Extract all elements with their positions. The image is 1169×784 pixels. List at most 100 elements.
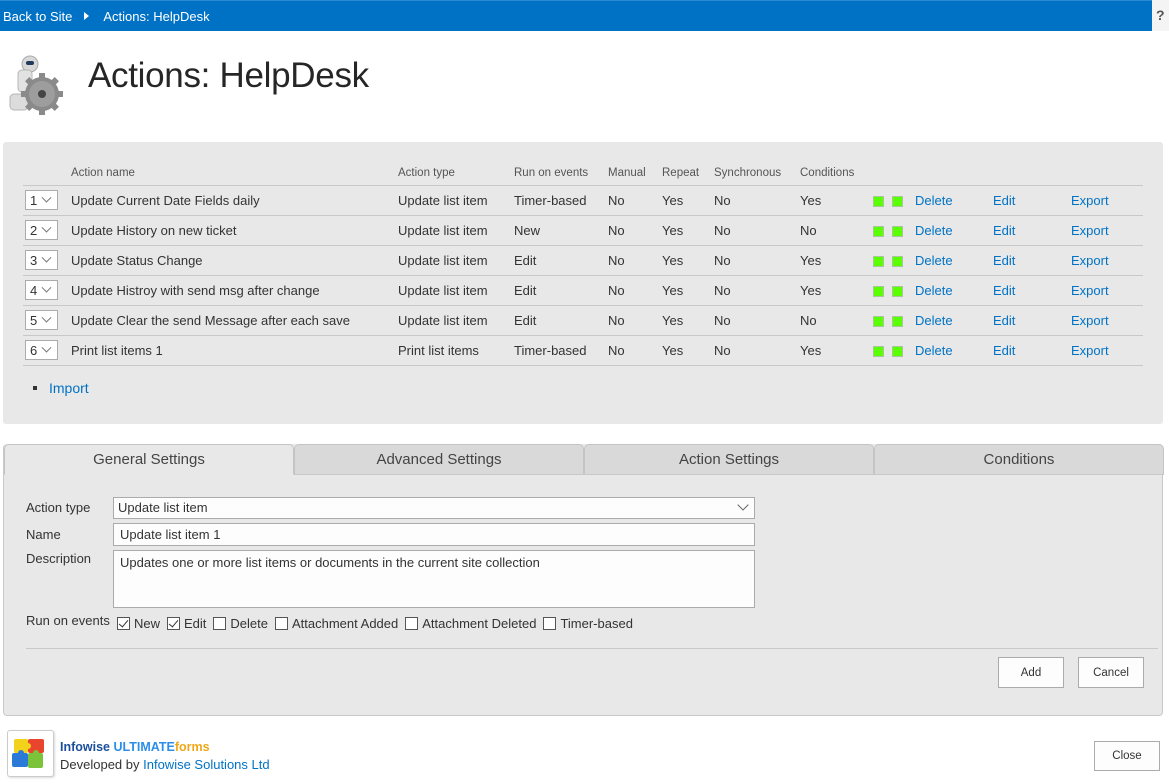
run-on-events: Timer-based xyxy=(514,185,608,216)
manual: No xyxy=(608,335,662,366)
actions-table: Action name Action type Run on events Ma… xyxy=(23,162,1143,366)
tab-advanced-settings[interactable]: Advanced Settings xyxy=(294,444,584,475)
order-cell: 6 xyxy=(23,335,71,366)
edit-link[interactable]: Edit xyxy=(993,313,1015,328)
order-value: 2 xyxy=(30,222,38,238)
brand-name: Infowise ULTIMATEforms xyxy=(60,740,210,754)
event-checkbox-item[interactable]: New xyxy=(117,616,160,631)
back-to-site-link[interactable]: Back to Site xyxy=(0,9,72,24)
synchronous: No xyxy=(714,215,800,246)
help-button[interactable]: ? xyxy=(1152,0,1169,31)
checkbox[interactable] xyxy=(405,617,419,630)
order-select[interactable]: 3 xyxy=(25,250,58,270)
cancel-button[interactable]: Cancel xyxy=(1078,657,1144,688)
run-on-events-label: Run on events xyxy=(26,613,110,628)
developer-link[interactable]: Infowise Solutions Ltd xyxy=(143,757,269,772)
event-checkbox-item[interactable]: Delete xyxy=(213,616,268,631)
synchronous: No xyxy=(714,245,800,276)
export-link[interactable]: Export xyxy=(1071,313,1109,328)
run-on-events: Edit xyxy=(514,305,608,336)
delete-link[interactable]: Delete xyxy=(915,313,953,328)
order-select[interactable]: 4 xyxy=(25,280,58,300)
export-cell: Export xyxy=(1071,335,1143,366)
edit-cell: Edit xyxy=(993,245,1071,276)
import-link[interactable]: Import xyxy=(49,380,89,396)
delete-link[interactable]: Delete xyxy=(915,223,953,238)
delete-cell: Delete xyxy=(915,275,993,306)
settings-tabs: General Settings Advanced Settings Actio… xyxy=(4,444,1164,475)
action-type-value: Update list item xyxy=(118,500,208,515)
export-cell: Export xyxy=(1071,185,1143,216)
edit-link[interactable]: Edit xyxy=(993,193,1015,208)
active-status-icon xyxy=(892,315,903,327)
checkbox[interactable] xyxy=(117,617,130,630)
order-select[interactable]: 1 xyxy=(25,190,58,210)
header-action-name: Action name xyxy=(71,162,398,186)
repeat: Yes xyxy=(662,305,714,336)
export-link[interactable]: Export xyxy=(1071,193,1109,208)
action-type-select[interactable]: Update list item xyxy=(113,497,755,519)
delete-cell: Delete xyxy=(915,335,993,366)
delete-link[interactable]: Delete xyxy=(915,283,953,298)
status-cell xyxy=(873,185,915,216)
export-link[interactable]: Export xyxy=(1071,343,1109,358)
name-input[interactable]: Update list item 1 xyxy=(113,523,755,546)
run-on-events: Edit xyxy=(514,275,608,306)
order-select[interactable]: 2 xyxy=(25,220,58,240)
event-checkbox-item[interactable]: Attachment Deleted xyxy=(405,616,536,631)
edit-link[interactable]: Edit xyxy=(993,223,1015,238)
brand-part-infowise: Infowise xyxy=(60,740,114,754)
add-button[interactable]: Add xyxy=(998,657,1064,688)
delete-link[interactable]: Delete xyxy=(915,253,953,268)
export-cell: Export xyxy=(1071,305,1143,336)
export-link[interactable]: Export xyxy=(1071,283,1109,298)
delete-cell: Delete xyxy=(915,215,993,246)
description-textarea[interactable]: Updates one or more list items or docume… xyxy=(113,550,755,608)
event-label: Delete xyxy=(230,616,268,631)
manual: No xyxy=(608,185,662,216)
export-link[interactable]: Export xyxy=(1071,223,1109,238)
name-label: Name xyxy=(26,527,61,542)
robot-gear-logo-icon xyxy=(8,52,64,116)
checkbox[interactable] xyxy=(213,617,227,630)
order-select[interactable]: 6 xyxy=(25,340,58,360)
close-button[interactable]: Close xyxy=(1094,741,1160,771)
action-type: Update list item xyxy=(398,215,514,246)
header-export xyxy=(1071,162,1143,186)
action-name: Update Histroy with send msg after chang… xyxy=(71,275,398,306)
delete-cell: Delete xyxy=(915,185,993,216)
edit-cell: Edit xyxy=(993,335,1071,366)
tab-general-settings[interactable]: General Settings xyxy=(4,444,294,475)
active-status-icon xyxy=(892,255,903,267)
checkbox[interactable] xyxy=(275,617,288,630)
event-label: New xyxy=(134,616,161,631)
synchronous: No xyxy=(714,185,800,216)
event-checkbox-item[interactable]: Attachment Added xyxy=(275,616,398,631)
order-select[interactable]: 5 xyxy=(25,310,58,330)
tab-action-settings[interactable]: Action Settings xyxy=(584,444,874,475)
event-checkbox-item[interactable]: Timer-based xyxy=(543,616,633,631)
edit-cell: Edit xyxy=(993,305,1071,336)
infowise-puzzle-logo-icon xyxy=(7,730,54,777)
table-row: 6 Print list items 1 Print list items Timer… xyxy=(23,335,1143,366)
edit-link[interactable]: Edit xyxy=(993,343,1015,358)
header-manual: Manual xyxy=(608,162,662,186)
chevron-down-icon xyxy=(737,499,749,511)
export-link[interactable]: Export xyxy=(1071,253,1109,268)
edit-link[interactable]: Edit xyxy=(993,283,1015,298)
run-on-events: New xyxy=(514,215,608,246)
checkbox[interactable] xyxy=(167,617,181,630)
event-checkbox-item[interactable]: Edit xyxy=(167,616,206,631)
checkbox[interactable] xyxy=(543,617,557,630)
chevron-down-icon xyxy=(41,342,52,353)
event-label: Attachment Added xyxy=(292,616,399,631)
delete-link[interactable]: Delete xyxy=(915,193,953,208)
edit-link[interactable]: Edit xyxy=(993,253,1015,268)
action-type: Print list items xyxy=(398,335,514,366)
delete-link[interactable]: Delete xyxy=(915,343,953,358)
conditions: No xyxy=(800,305,873,336)
tab-conditions[interactable]: Conditions xyxy=(874,444,1164,475)
order-cell: 5 xyxy=(23,305,71,336)
action-type: Update list item xyxy=(398,245,514,276)
enabled-status-icon xyxy=(873,255,884,267)
